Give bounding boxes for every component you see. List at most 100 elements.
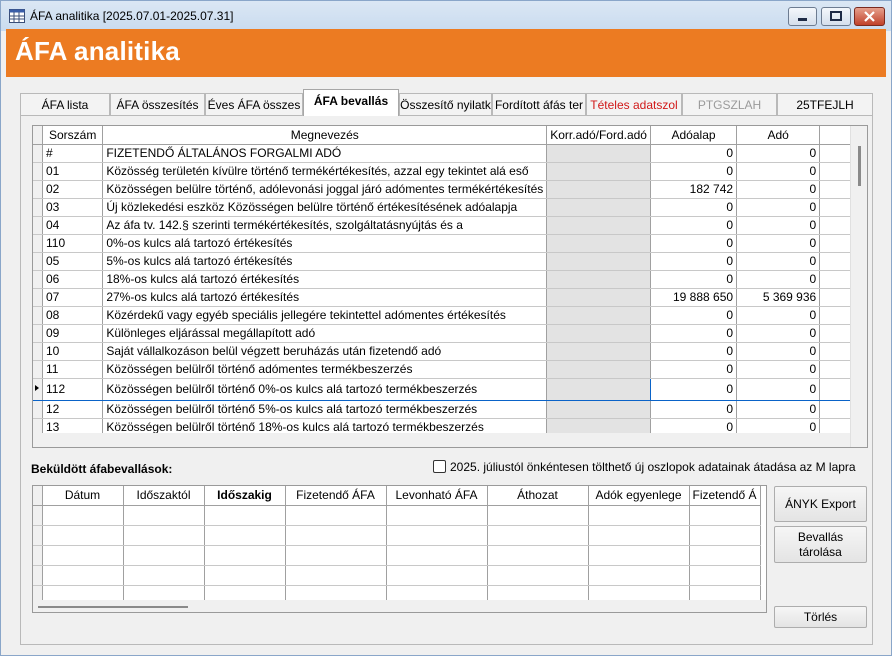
new-columns-checkbox[interactable]: 2025. júliustól önkéntesen tölthető új o…: [433, 460, 873, 478]
cell-code[interactable]: 03: [42, 198, 104, 217]
row-selector-current[interactable]: [33, 377, 43, 401]
cell-name[interactable]: Közösségen belülről történő adómentes te…: [102, 360, 548, 379]
cell-korr[interactable]: [546, 252, 651, 271]
table-row[interactable]: # FIZETENDŐ ÁLTALÁNOS FORGALMI ADÓ 0 0: [33, 144, 867, 163]
cell-name[interactable]: 0%-os kulcs alá tartozó értékesítés: [102, 234, 548, 253]
cell-korr[interactable]: [546, 400, 651, 419]
cell-tax[interactable]: 5 369 936: [736, 288, 821, 307]
cell-tax[interactable]: 0: [736, 144, 821, 163]
cell-tax[interactable]: 0: [736, 180, 821, 199]
cell-name[interactable]: Különleges eljárással megállapított adó: [102, 324, 548, 343]
cell-korr[interactable]: [546, 306, 651, 325]
cell-name[interactable]: Közösségen belülről történő 5%-os kulcs …: [102, 400, 548, 419]
cell-base[interactable]: 0: [650, 252, 738, 271]
checkbox-box[interactable]: [433, 460, 446, 473]
cell-base[interactable]: 0: [650, 270, 738, 289]
cell-korr[interactable]: [546, 216, 651, 235]
cell-name[interactable]: 27%-os kulcs alá tartozó értékesítés: [102, 288, 548, 307]
table-row[interactable]: 04 Az áfa tv. 142.§ szerinti termékérték…: [33, 216, 867, 235]
row-selector[interactable]: [33, 180, 43, 199]
cell-name[interactable]: Az áfa tv. 142.§ szerinti termékértékesí…: [102, 216, 548, 235]
horizontal-scrollbar[interactable]: [33, 600, 766, 612]
row-selector[interactable]: [33, 270, 43, 289]
cell-code[interactable]: 12: [42, 400, 104, 419]
tab-forditott-afas[interactable]: Fordított áfás ter: [492, 93, 586, 115]
row-selector[interactable]: [33, 252, 43, 271]
cell-korr[interactable]: [546, 162, 651, 181]
table-row[interactable]: 110 0%-os kulcs alá tartozó értékesítés …: [33, 234, 867, 253]
row-selector[interactable]: [33, 216, 43, 235]
cell-tax[interactable]: 0: [736, 360, 821, 379]
cell-code[interactable]: 05: [42, 252, 104, 271]
cell-korr[interactable]: [546, 234, 651, 253]
vertical-scrollbar[interactable]: [850, 126, 867, 447]
maximize-button[interactable]: [821, 7, 851, 26]
table-row[interactable]: 05 5%-os kulcs alá tartozó értékesítés 0…: [33, 252, 867, 271]
cell-base[interactable]: 0: [650, 144, 738, 163]
cell-tax[interactable]: 0: [736, 324, 821, 343]
cell-base[interactable]: 0: [650, 198, 738, 217]
scrollbar-thumb[interactable]: [38, 606, 188, 608]
table-row[interactable]: 09 Különleges eljárással megállapított a…: [33, 324, 867, 343]
cell-name[interactable]: Közérdekű vagy egyéb speciális jellegére…: [102, 306, 548, 325]
cell-name[interactable]: Új közlekedési eszköz Közösségen belülre…: [102, 198, 548, 217]
cell-korr[interactable]: [546, 270, 651, 289]
table-row[interactable]: 07 27%-os kulcs alá tartozó értékesítés …: [33, 288, 867, 307]
cell-name[interactable]: 5%-os kulcs alá tartozó értékesítés: [102, 252, 548, 271]
cell-code[interactable]: 02: [42, 180, 104, 199]
tab-osszesito-nyilatkozat[interactable]: Összesítő nyilatk: [399, 93, 492, 115]
column-header[interactable]: Levonható ÁFA: [386, 486, 488, 506]
row-selector[interactable]: [33, 162, 43, 181]
cell-name[interactable]: Saját vállalkozáson belül végzett beruhá…: [102, 342, 548, 361]
cell-tax[interactable]: 0: [736, 234, 821, 253]
row-selector[interactable]: [33, 360, 43, 379]
column-header[interactable]: Fizetendő ÁFA: [285, 486, 387, 506]
cell-code[interactable]: 04: [42, 216, 104, 235]
column-header[interactable]: Időszaktól: [123, 486, 205, 506]
cell-code[interactable]: 01: [42, 162, 104, 181]
column-header[interactable]: Korr.adó/Ford.adó: [546, 126, 651, 145]
column-header[interactable]: Adóalap: [650, 126, 738, 145]
cell-tax[interactable]: 0: [736, 270, 821, 289]
tab-afa-osszesites[interactable]: ÁFA összesítés: [110, 93, 205, 115]
checkbox-label[interactable]: 2025. júliustól önkéntesen tölthető új o…: [450, 460, 856, 474]
cell-code[interactable]: 10: [42, 342, 104, 361]
cell-korr[interactable]: [546, 144, 651, 163]
cell-base[interactable]: 182 742: [650, 180, 738, 199]
cell-tax[interactable]: 0: [736, 216, 821, 235]
cell-name[interactable]: Közösségen belülről történő 0%-os kulcs …: [102, 377, 548, 401]
cell-korr[interactable]: [546, 288, 651, 307]
cell-code[interactable]: 09: [42, 324, 104, 343]
cell-base[interactable]: 0: [650, 216, 738, 235]
table-row[interactable]: 08 Közérdekű vagy egyéb speciális jelleg…: [33, 306, 867, 325]
cell-code[interactable]: 112: [42, 377, 104, 401]
scrollbar-thumb[interactable]: [858, 146, 861, 186]
table-row[interactable]: 11 Közösségen belülről történő adómentes…: [33, 360, 867, 379]
table-row-selected[interactable]: 112 Közösségen belülről történő 0%-os ku…: [33, 377, 867, 401]
tab-eves-afa-osszesites[interactable]: Éves ÁFA összes: [205, 93, 303, 115]
submitted-declarations-grid[interactable]: Dátum Időszaktól Időszakig Fizetendő ÁFA…: [32, 485, 767, 613]
cell-tax[interactable]: 0: [736, 342, 821, 361]
delete-button[interactable]: Törlés: [774, 606, 867, 628]
cell-base[interactable]: 0: [650, 400, 738, 419]
cell-base[interactable]: 0: [650, 324, 738, 343]
tab-teteles-adatszolgaltatas[interactable]: Tételes adatszol: [586, 93, 682, 115]
row-selector[interactable]: [33, 306, 43, 325]
column-header[interactable]: Dátum: [42, 486, 124, 506]
row-selector[interactable]: [33, 234, 43, 253]
cell-base[interactable]: 19 888 650: [650, 288, 738, 307]
cell-korr[interactable]: [546, 342, 651, 361]
close-button[interactable]: [854, 7, 885, 26]
row-selector[interactable]: [33, 324, 43, 343]
table-row[interactable]: 02 Közösségen belülre történő, adólevoná…: [33, 180, 867, 199]
cell-code[interactable]: #: [42, 144, 104, 163]
declaration-grid[interactable]: Sorszám Megnevezés Korr.adó/Ford.adó Adó…: [32, 125, 868, 448]
cell-tax[interactable]: 0: [736, 306, 821, 325]
horizontal-scrollbar[interactable]: [33, 433, 851, 447]
cell-base[interactable]: 0: [650, 162, 738, 181]
cell-korr[interactable]: [546, 180, 651, 199]
cell-tax[interactable]: 0: [736, 162, 821, 181]
cell-korr[interactable]: [546, 324, 651, 343]
column-header[interactable]: Áthozat: [487, 486, 589, 506]
row-selector[interactable]: [33, 342, 43, 361]
